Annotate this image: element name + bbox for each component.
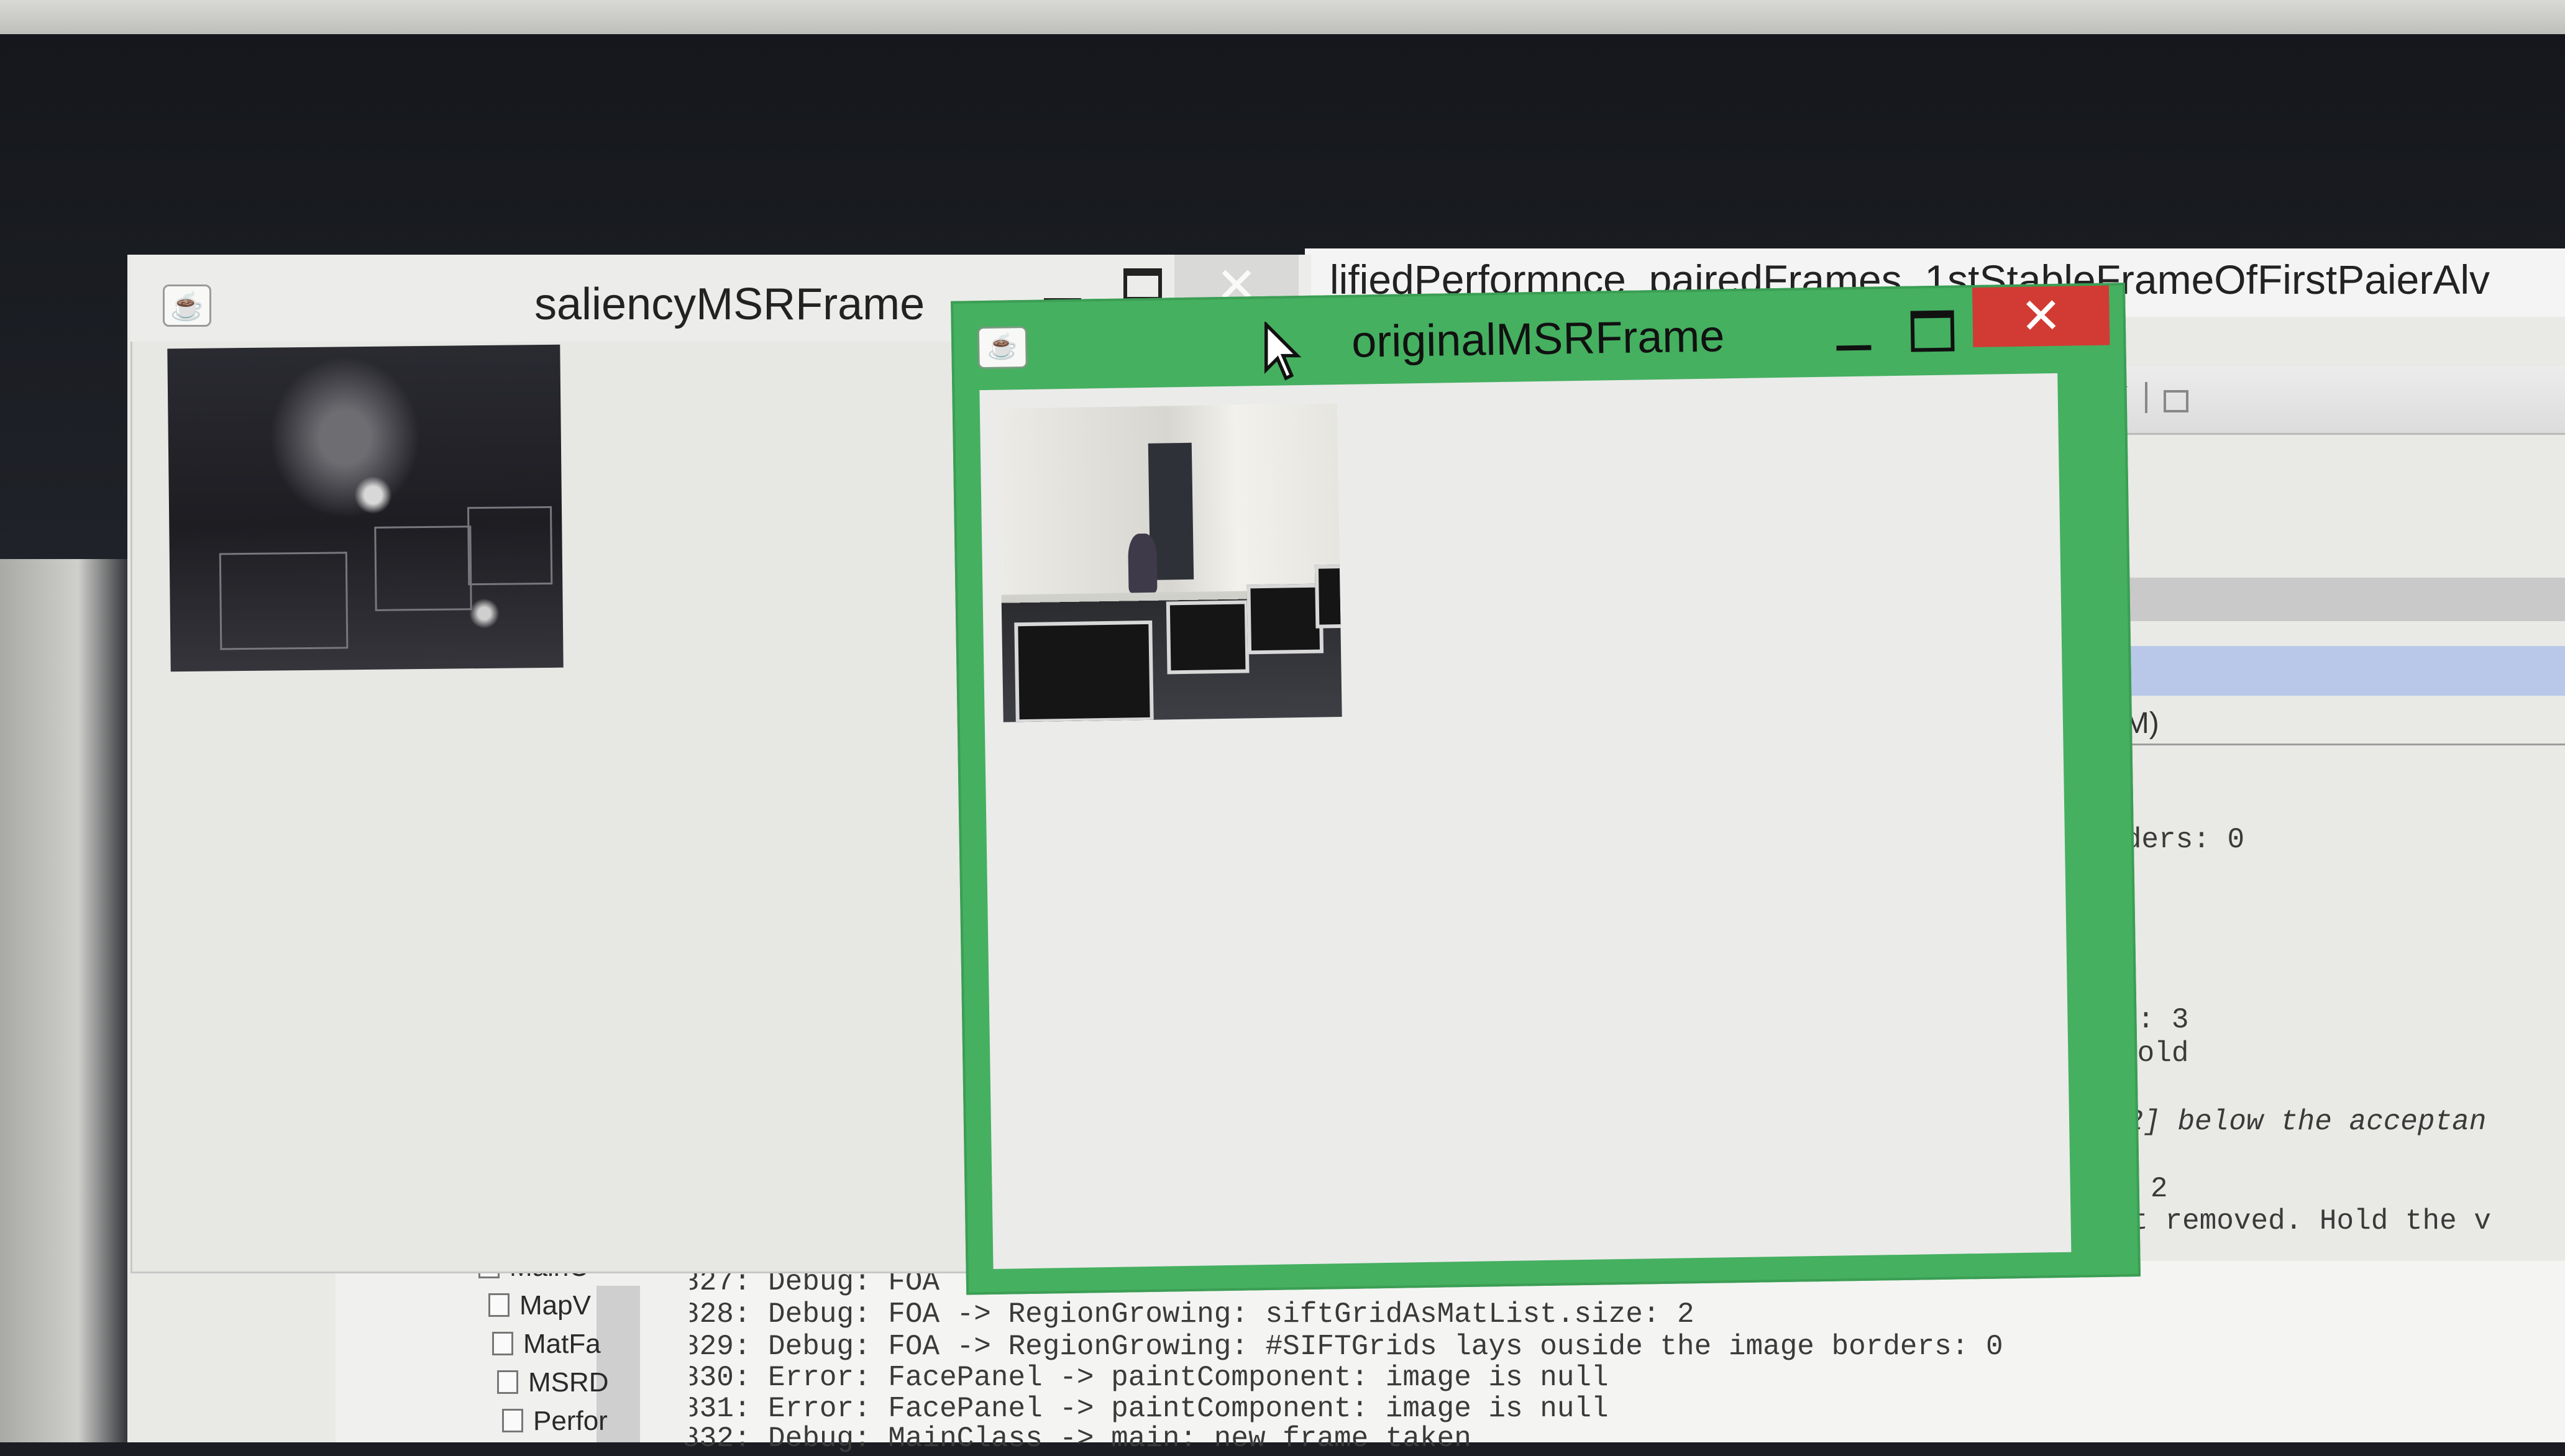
minimize-icon[interactable] [1836, 320, 1872, 351]
ide-toolbar [2088, 366, 2565, 435]
tree-item[interactable]: MapV [488, 1288, 591, 1323]
tree-item[interactable]: Perfor [502, 1404, 608, 1439]
console-timestamp: 59 PM) [2063, 702, 2565, 745]
saliency-window-title: saliencyMSRFrame [534, 280, 925, 329]
console-line: 830: Error: FacePanel -> paintComponent:… [682, 1362, 1609, 1394]
java-cup-icon[interactable]: ☕ [163, 284, 211, 327]
saliency-map-image [167, 344, 564, 672]
maximize-icon[interactable] [1910, 310, 1955, 352]
original-window-title: originalMSRFrame [1351, 311, 1725, 367]
java-file-icon [502, 1409, 523, 1432]
camera-frame-image [998, 403, 1342, 722]
toolbar-separator [2145, 382, 2147, 413]
close-icon[interactable]: ✕ [1972, 285, 2110, 348]
mouse-cursor-icon [1264, 322, 1302, 381]
original-window-client-area [979, 373, 2072, 1269]
tree-item[interactable]: MatFa [492, 1327, 601, 1362]
console-line: 832: Debug: MainClass -> main: new frame… [682, 1422, 1471, 1455]
java-file-icon [492, 1332, 513, 1355]
ide-selected-row[interactable] [2069, 646, 2565, 696]
tree-item-label: MapV [519, 1290, 591, 1321]
restore-window-icon[interactable] [2164, 390, 2188, 412]
original-window[interactable]: ☕ originalMSRFrame ✕ [951, 283, 2141, 1295]
tree-item-label: MatFa [523, 1329, 601, 1359]
java-file-icon [497, 1370, 518, 1394]
monitor-edge-glare [0, 559, 130, 1442]
ide-panel-header [2075, 578, 2565, 621]
tree-item-label: Perfor [533, 1406, 608, 1436]
console-line: 828: Debug: FOA -> RegionGrowing: siftGr… [682, 1298, 1694, 1331]
console-line: 829: Debug: FOA -> RegionGrowing: #SIFTG… [682, 1331, 2003, 1363]
java-file-icon [488, 1293, 510, 1317]
tree-item[interactable]: MSRD [497, 1365, 609, 1400]
java-cup-icon[interactable]: ☕ [977, 325, 1028, 370]
maximize-icon[interactable] [1123, 268, 1162, 301]
tree-item-label: MSRD [528, 1367, 609, 1398]
